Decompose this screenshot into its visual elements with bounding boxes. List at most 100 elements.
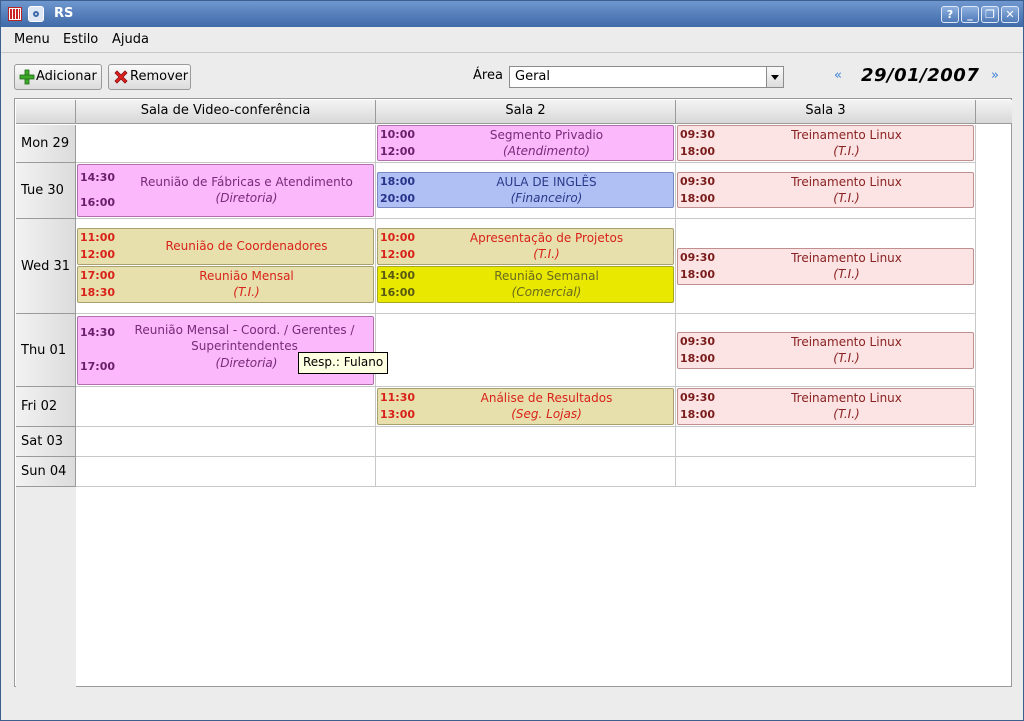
- event-title: Treinamento Linux: [791, 391, 902, 405]
- help-button[interactable]: ?: [941, 6, 959, 23]
- event-department: (T.I.): [533, 247, 560, 261]
- column-divider: [375, 125, 376, 486]
- event-reuniao-fabricas[interactable]: 14:30 16:00 Reunião de Fábricas e Atendi…: [77, 164, 374, 217]
- event-department: (T.I.): [233, 285, 260, 299]
- event-reuniao-mensal-wed[interactable]: 17:00 18:30 Reunião Mensal (T.I.): [77, 266, 374, 303]
- row-divider: [76, 426, 976, 427]
- event-title: Reunião Mensal - Coord. / Gerentes / Sup…: [134, 323, 355, 353]
- event-analise-resultados[interactable]: 11:30 13:00 Análise de Resultados (Seg. …: [377, 388, 674, 425]
- event-end-time: 18:00: [680, 408, 716, 421]
- column-divider: [975, 125, 976, 486]
- status-bar: [1, 691, 1023, 720]
- event-treinamento-linux-fri[interactable]: 09:30 18:00 Treinamento Linux (T.I.): [677, 388, 974, 425]
- row-divider: [76, 486, 976, 487]
- event-start-time: 11:30: [380, 391, 416, 404]
- event-end-time: 20:00: [380, 192, 416, 205]
- calendar-icon: [8, 7, 22, 21]
- row-divider: [76, 456, 976, 457]
- event-treinamento-linux-wed[interactable]: 09:30 18:00 Treinamento Linux (T.I.): [677, 248, 974, 285]
- event-start-time: 14:30: [80, 326, 116, 339]
- event-title: Reunião Mensal: [199, 269, 294, 283]
- row-header-wed: Wed 31: [16, 219, 76, 314]
- event-department: (T.I.): [833, 191, 860, 205]
- window-title: RS: [54, 6, 74, 21]
- event-start-time: 10:00: [380, 231, 416, 244]
- event-start-time: 09:30: [680, 391, 716, 404]
- column-divider: [675, 125, 676, 486]
- row-divider: [76, 162, 976, 163]
- event-start-time: 14:00: [380, 269, 416, 282]
- add-button-label: Adicionar: [36, 69, 97, 84]
- row-header-tue: Tue 30: [16, 163, 76, 219]
- row-header-sun: Sun 04: [16, 457, 76, 487]
- event-reuniao-semanal[interactable]: 14:00 16:00 Reunião Semanal (Comercial): [377, 266, 674, 303]
- area-label: Área: [473, 68, 503, 83]
- event-start-time: 09:30: [680, 335, 716, 348]
- close-button[interactable]: ✕: [1001, 6, 1019, 23]
- event-end-time: 18:00: [680, 192, 716, 205]
- event-segmento-privadio[interactable]: 10:00 12:00 Segmento Privadio (Atendimen…: [377, 125, 674, 161]
- window-menu-icon[interactable]: [28, 6, 44, 22]
- event-department: (Financeiro): [510, 191, 583, 205]
- event-apresentacao-projetos[interactable]: 10:00 12:00 Apresentação de Projetos (T.…: [377, 228, 674, 265]
- event-end-time: 18:00: [680, 268, 716, 281]
- event-start-time: 14:30: [80, 171, 116, 184]
- area-select-value: Geral: [515, 69, 550, 84]
- event-title: Análise de Resultados: [480, 391, 613, 405]
- current-date: 29/01/2007: [861, 65, 980, 86]
- event-department: (Seg. Lojas): [511, 407, 582, 421]
- event-end-time: 13:00: [380, 408, 416, 421]
- menu-item-menu[interactable]: Menu: [14, 32, 50, 47]
- chevron-down-icon[interactable]: [766, 67, 783, 87]
- event-start-time: 09:30: [680, 128, 716, 141]
- next-week-icon[interactable]: »: [991, 69, 1009, 83]
- row-header-thu: Thu 01: [16, 314, 76, 387]
- menu-item-ajuda[interactable]: Ajuda: [112, 32, 149, 47]
- event-treinamento-linux-thu[interactable]: 09:30 18:00 Treinamento Linux (T.I.): [677, 332, 974, 369]
- event-treinamento-linux-mon[interactable]: 09:30 18:00 Treinamento Linux (T.I.): [677, 125, 974, 161]
- header-filler: [976, 100, 1012, 124]
- event-end-time: 18:00: [680, 352, 716, 365]
- row-header-sat: Sat 03: [16, 427, 76, 457]
- event-department: (Atendimento): [503, 144, 590, 158]
- minimize-button[interactable]: _: [961, 6, 979, 23]
- event-start-time: 09:30: [680, 251, 716, 264]
- event-title: Reunião de Fábricas e Atendimento: [140, 175, 353, 189]
- row-header-mon: Mon 29: [16, 125, 76, 163]
- column-header-sala-2: Sala 2: [376, 100, 676, 124]
- event-start-time: 11:00: [80, 231, 116, 244]
- event-title: Treinamento Linux: [791, 128, 902, 142]
- row-header-fri: Fri 02: [16, 387, 76, 427]
- title-bar[interactable]: RS ? _ ❐ ✕: [1, 1, 1023, 27]
- event-end-time: 12:00: [380, 248, 416, 261]
- event-end-time: 18:00: [680, 145, 716, 158]
- event-reuniao-mensal-coord[interactable]: 14:30 17:00 Reunião Mensal - Coord. / Ge…: [77, 316, 374, 385]
- event-start-time: 18:00: [380, 175, 416, 188]
- menu-item-estilo[interactable]: Estilo: [63, 32, 98, 47]
- event-reuniao-coordenadores[interactable]: 11:00 12:00 Reunião de Coordenadores: [77, 228, 374, 265]
- add-button[interactable]: Adicionar: [14, 64, 102, 90]
- restore-button[interactable]: ❐: [981, 6, 999, 23]
- event-end-time: 18:30: [80, 286, 116, 299]
- remove-button[interactable]: Remover: [108, 64, 191, 90]
- event-department: (T.I.): [833, 267, 860, 281]
- event-aula-de-ingles[interactable]: 18:00 20:00 AULA DE INGLÊS (Financeiro): [377, 172, 674, 208]
- event-end-time: 12:00: [80, 248, 116, 261]
- app-window: RS ? _ ❐ ✕ Menu Estilo Ajuda Adicionar R…: [0, 0, 1024, 721]
- menu-bar: Menu Estilo Ajuda: [1, 27, 1023, 53]
- event-title: Apresentação de Projetos: [469, 231, 624, 245]
- delete-x-icon: [114, 70, 128, 84]
- area-select[interactable]: Geral: [509, 66, 784, 88]
- previous-week-icon[interactable]: «: [834, 69, 852, 83]
- event-end-time: 12:00: [380, 145, 416, 158]
- event-start-time: 09:30: [680, 175, 716, 188]
- event-title: Reunião de Coordenadores: [165, 239, 328, 253]
- column-header-video: Sala de Video-conferência: [76, 100, 376, 124]
- event-end-time: 16:00: [380, 286, 416, 299]
- event-department: (T.I.): [833, 144, 860, 158]
- event-end-time: 17:00: [80, 360, 116, 373]
- event-title: Treinamento Linux: [791, 251, 902, 265]
- event-treinamento-linux-tue[interactable]: 09:30 18:00 Treinamento Linux (T.I.): [677, 172, 974, 208]
- event-title: Treinamento Linux: [791, 335, 902, 349]
- row-divider: [76, 386, 976, 387]
